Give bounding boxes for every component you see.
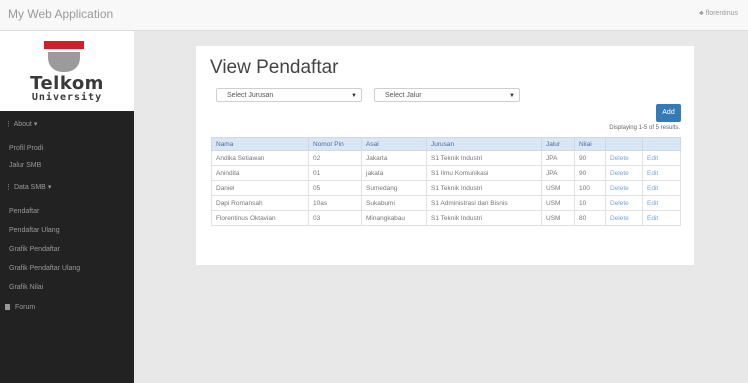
top-navbar: My Web Application ♣ florentinus xyxy=(0,0,748,31)
forum-icon xyxy=(5,304,10,311)
column-header-nilai[interactable]: Nilai xyxy=(574,137,606,151)
cell-nomor-pin: 01 xyxy=(308,165,362,181)
sidebar-menu-about[interactable]: ⋮ About ▾ xyxy=(5,120,139,128)
cell-jalur: USM xyxy=(541,210,575,226)
info-icon: ⋮ xyxy=(5,184,12,191)
info-icon: ⋮ xyxy=(5,121,12,128)
sidebar-item-profil-prodi[interactable]: Profil Prodi xyxy=(0,145,143,152)
cell-nilai: 10 xyxy=(574,195,606,211)
column-header-edit xyxy=(642,137,681,151)
cell-jurusan: S1 Administrasi dan Bisnis xyxy=(426,195,542,211)
edit-link[interactable]: Edit xyxy=(642,210,681,226)
cell-asal: Sukabumi xyxy=(361,195,427,211)
cell-jalur: JPA xyxy=(541,165,575,181)
telkom-logo: Telkom University xyxy=(0,31,134,111)
delete-link[interactable]: Delete xyxy=(605,150,643,166)
cell-nama: Andika Setiawan xyxy=(211,150,309,166)
results-summary: Displaying 1-5 of 5 results. xyxy=(609,125,680,131)
edit-link[interactable]: Edit xyxy=(642,195,681,211)
edit-link[interactable]: Edit xyxy=(642,165,681,181)
sidebar-item-pendaftar[interactable]: Pendaftar xyxy=(0,208,143,215)
table-row: Andika Setiawan 02 Jakarta S1 Teknik Ind… xyxy=(211,150,681,166)
user-icon: ♣ xyxy=(699,10,704,17)
cell-nomor-pin: 05 xyxy=(308,180,362,196)
cell-asal: Jakarta xyxy=(361,150,427,166)
delete-link[interactable]: Delete xyxy=(605,165,643,181)
chevron-down-icon: ▾ xyxy=(33,121,38,128)
cell-nama: Daniel xyxy=(211,180,309,196)
cell-nilai: 90 xyxy=(574,165,606,181)
logo-grey-shape xyxy=(48,52,80,72)
sidebar-menu-data-smb[interactable]: ⋮ Data SMB ▾ xyxy=(5,183,139,191)
column-header-asal[interactable]: Asal xyxy=(361,137,427,151)
caret-down-icon: ▼ xyxy=(509,93,515,99)
column-header-jurusan[interactable]: Jurusan xyxy=(426,137,542,151)
caret-down-icon: ▼ xyxy=(351,93,357,99)
cell-jurusan: S1 Ilmu Komunikasi xyxy=(426,165,542,181)
column-header-nomor-pin[interactable]: Nomor Pin xyxy=(308,137,362,151)
cell-jalur: USM xyxy=(541,180,575,196)
delete-link[interactable]: Delete xyxy=(605,180,643,196)
cell-jurusan: S1 Teknik Industri xyxy=(426,150,542,166)
cell-asal: jakata xyxy=(361,165,427,181)
sidebar-item-jalur-smb[interactable]: Jalur SMB xyxy=(0,162,143,169)
cell-asal: Sumedang xyxy=(361,180,427,196)
sidebar-item-grafik-nilai[interactable]: Grafik Nilai xyxy=(0,284,143,291)
cell-jalur: USM xyxy=(541,195,575,211)
cell-jurusan: S1 Teknik Industri xyxy=(426,210,542,226)
cell-nama: Florentinus Oktavian xyxy=(211,210,309,226)
cell-nama: Anindita xyxy=(211,165,309,181)
column-header-delete xyxy=(605,137,643,151)
table-row: Anindita 01 jakata S1 Ilmu Komunikasi JP… xyxy=(211,165,681,181)
jalur-select[interactable]: Select Jalur ▼ xyxy=(374,88,520,102)
cell-nilai: 90 xyxy=(574,150,606,166)
column-header-nama[interactable]: Nama xyxy=(211,137,309,151)
sidebar-item-forum[interactable]: Forum xyxy=(5,304,139,311)
chevron-down-icon: ▾ xyxy=(47,184,52,191)
cell-asal: Minangkabau xyxy=(361,210,427,226)
logo-red-bar xyxy=(44,41,84,49)
sidebar-item-grafik-pendaftar[interactable]: Grafik Pendaftar xyxy=(0,246,143,253)
jurusan-select[interactable]: Select Jurusan ▼ xyxy=(216,88,362,102)
page-title: View Pendaftar xyxy=(210,57,339,78)
user-menu[interactable]: ♣ florentinus xyxy=(699,10,738,17)
cell-nomor-pin: 10as xyxy=(308,195,362,211)
sidebar-item-pendaftar-ulang[interactable]: Pendaftar Ulang xyxy=(0,227,143,234)
add-button[interactable]: Add xyxy=(656,104,681,122)
table-row: Daniel 05 Sumedang S1 Teknik Industri US… xyxy=(211,180,681,196)
cell-nama: Dapi Romansah xyxy=(211,195,309,211)
user-name: florentinus xyxy=(705,10,738,17)
table-row: Florentinus Oktavian 03 Minangkabau S1 T… xyxy=(211,210,681,226)
cell-nilai: 80 xyxy=(574,210,606,226)
app-title[interactable]: My Web Application xyxy=(8,7,113,21)
table-header-row: Nama Nomor Pin Asal Jurusan Jalur Nilai xyxy=(211,137,681,151)
logo-text: Telkom xyxy=(30,73,104,94)
cell-nomor-pin: 03 xyxy=(308,210,362,226)
content-panel: View Pendaftar Select Jurusan ▼ Select J… xyxy=(196,46,694,265)
logo-subtext: University xyxy=(31,92,103,103)
pendaftar-table: Nama Nomor Pin Asal Jurusan Jalur Nilai … xyxy=(211,137,681,226)
column-header-jalur[interactable]: Jalur xyxy=(541,137,575,151)
table-row: Dapi Romansah 10as Sukabumi S1 Administr… xyxy=(211,195,681,211)
edit-link[interactable]: Edit xyxy=(642,180,681,196)
cell-nomor-pin: 02 xyxy=(308,150,362,166)
cell-jalur: JPA xyxy=(541,150,575,166)
cell-nilai: 100 xyxy=(574,180,606,196)
delete-link[interactable]: Delete xyxy=(605,195,643,211)
delete-link[interactable]: Delete xyxy=(605,210,643,226)
edit-link[interactable]: Edit xyxy=(642,150,681,166)
sidebar-item-grafik-pendaftar-ulang[interactable]: Grafik Pendaftar Ulang xyxy=(0,265,143,272)
sidebar: Telkom University ⋮ About ▾ Profil Prodi… xyxy=(0,31,134,383)
cell-jurusan: S1 Teknik Industri xyxy=(426,180,542,196)
